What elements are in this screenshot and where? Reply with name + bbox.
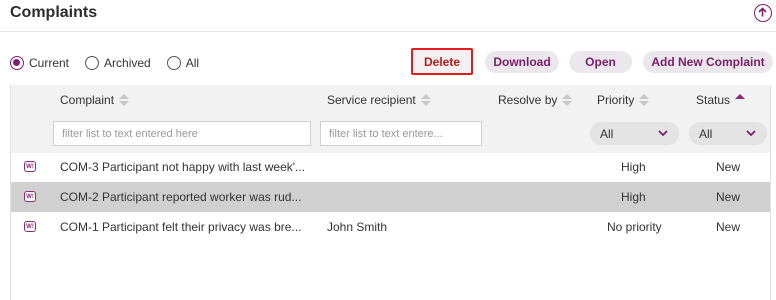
table-row[interactable]: W! COM-3 Participant not happy with last… [11, 152, 770, 182]
radio-label: Archived [104, 56, 151, 70]
page-title: Complaints [10, 4, 98, 21]
column-header-complaint[interactable]: Complaint [60, 93, 130, 107]
column-label: Complaint [60, 93, 115, 107]
service-recipient-cell: John Smith [327, 220, 388, 234]
complaints-table: Complaint Service recipient Resolve by P… [10, 85, 771, 300]
upload-icon[interactable] [754, 4, 772, 22]
service-recipient-filter-input[interactable]: filter list to text entere... [320, 121, 482, 146]
complaint-filter-input[interactable]: filter list to text entered here [53, 121, 311, 146]
table-row[interactable]: W! COM-2 Participant reported worker was… [11, 182, 770, 212]
sort-icon[interactable] [420, 94, 431, 106]
radio-circle[interactable] [10, 56, 24, 70]
select-value: All [600, 126, 614, 141]
complaint-cell: COM-2 Participant reported worker was ru… [60, 190, 302, 204]
chevron-down-icon [658, 130, 668, 137]
radio-all[interactable]: All [166, 56, 200, 70]
column-label: Status [696, 93, 731, 107]
column-header-resolve-by[interactable]: Resolve by [498, 93, 573, 107]
column-header-service-recipient[interactable]: Service recipient [327, 93, 431, 107]
delete-button[interactable]: Delete [411, 48, 473, 75]
add-new-complaint-button[interactable]: Add New Complaint [643, 51, 773, 73]
status-cell: New [716, 160, 741, 174]
priority-filter-select[interactable]: All [590, 122, 679, 145]
priority-cell: High [621, 160, 646, 174]
complaint-icon: W! [24, 161, 36, 172]
download-button[interactable]: Download [485, 51, 559, 73]
radio-label: All [185, 56, 200, 70]
complaint-cell: COM-3 Participant not happy with last we… [60, 160, 306, 174]
arrow-up-icon [758, 7, 767, 17]
radio-archived[interactable]: Archived [85, 56, 151, 70]
open-button[interactable]: Open [569, 51, 632, 73]
radio-label: Current [29, 56, 70, 70]
priority-cell: High [621, 190, 646, 204]
complaint-icon: W! [24, 221, 36, 232]
view-filter-radio-group: Current Archived All [10, 54, 215, 72]
sort-icon[interactable] [639, 94, 650, 106]
status-cell: New [716, 190, 741, 204]
priority-cell: No priority [607, 220, 662, 234]
sort-icon[interactable] [735, 94, 746, 106]
sort-icon[interactable] [119, 94, 130, 106]
select-value: All [699, 126, 713, 141]
table-header: Complaint Service recipient Resolve by P… [11, 85, 770, 153]
column-label: Resolve by [498, 93, 558, 107]
table-row[interactable]: W! COM-1 Participant felt their privacy … [11, 212, 770, 242]
column-label: Service recipient [327, 93, 416, 107]
status-filter-select[interactable]: All [689, 122, 767, 145]
complaint-cell: COM-1 Participant felt their privacy was… [60, 220, 302, 234]
complaint-icon: W! [24, 191, 36, 202]
page-header: Complaints [0, 0, 776, 32]
status-cell: New [716, 220, 741, 234]
radio-current[interactable]: Current [10, 56, 69, 70]
sort-icon[interactable] [562, 94, 573, 106]
radio-circle[interactable] [166, 56, 181, 70]
column-header-status[interactable]: Status [696, 93, 746, 107]
chevron-down-icon [746, 130, 756, 137]
column-label: Priority [597, 93, 635, 107]
column-header-priority[interactable]: Priority [597, 93, 650, 107]
radio-circle[interactable] [85, 56, 100, 70]
